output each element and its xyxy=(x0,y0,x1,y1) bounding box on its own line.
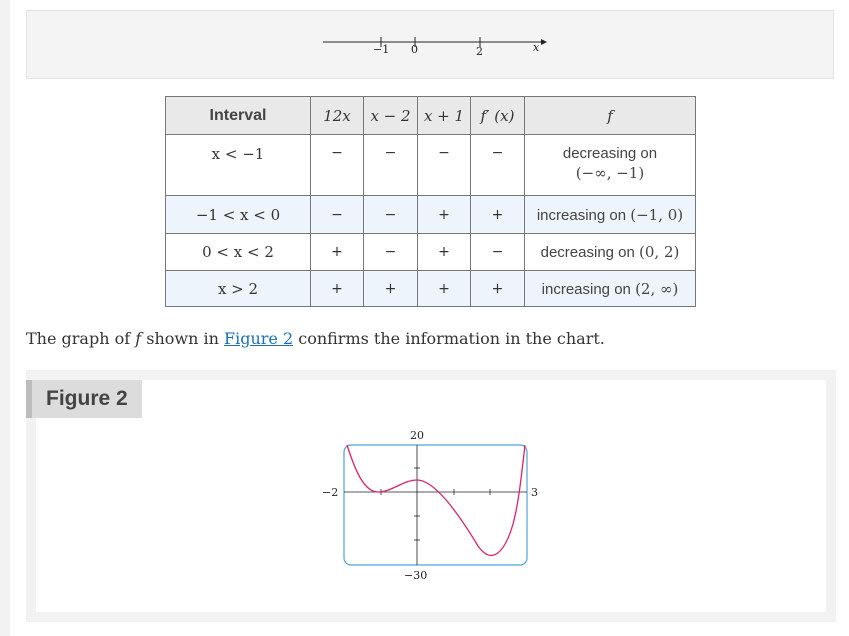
left-margin-rule xyxy=(0,0,10,636)
sign-cell: + xyxy=(417,270,471,307)
figure-label: Figure 2 xyxy=(26,380,142,418)
interval-cell: −1 < x < 0 xyxy=(165,195,311,234)
sign-cell: − xyxy=(470,233,525,271)
sign-cell: − xyxy=(470,134,525,196)
sign-cell: − xyxy=(363,134,418,196)
sign-cell: + xyxy=(470,195,525,234)
table-header-row: Interval 12x x − 2 x + 1 f′ (x) f xyxy=(165,96,696,135)
sign-cell: + xyxy=(310,233,364,271)
behavior-cell: increasing on (2, ∞) xyxy=(524,270,696,307)
header-factor-x-minus-2: x − 2 xyxy=(363,96,418,135)
table-row: x < −1 − − − − decreasing on (−∞, −1) xyxy=(165,134,696,196)
sign-cell: − xyxy=(363,233,418,271)
sign-cell: + xyxy=(470,270,525,307)
function-graph: 20 −30 −2 3 xyxy=(322,429,538,582)
axis-ticks xyxy=(380,467,491,541)
number-line-panel: −1 0 2 x xyxy=(26,10,834,79)
header-factor-12x: 12x xyxy=(310,96,364,135)
sign-cell: + xyxy=(417,233,471,271)
behavior-cell: increasing on (−1, 0) xyxy=(524,195,696,234)
sign-cell: + xyxy=(310,270,364,307)
tick-label-two: 2 xyxy=(476,45,483,58)
sign-cell: − xyxy=(363,195,418,234)
sign-cell: − xyxy=(417,134,471,196)
behavior-text: decreasing on xyxy=(562,145,658,162)
behavior-cell: decreasing on (0, 2) xyxy=(524,233,696,271)
sign-chart-table: Interval 12x x − 2 x + 1 f′ (x) f x < −1… xyxy=(165,96,696,307)
graph-window xyxy=(343,444,528,566)
header-derivative: f′ (x) xyxy=(470,96,525,135)
y-min-label: −30 xyxy=(404,569,427,582)
behavior-range: (−∞, −1) xyxy=(575,164,645,182)
sign-cell: + xyxy=(417,195,471,234)
table-row: 0 < x < 2 + − + − decreasing on (0, 2) xyxy=(165,233,696,271)
sign-cell: − xyxy=(310,134,364,196)
tick-label-zero: 0 xyxy=(411,43,418,56)
sign-cell: + xyxy=(363,270,418,307)
behavior-cell: decreasing on (−∞, −1) xyxy=(524,134,696,196)
paragraph-text-start: The graph of xyxy=(26,329,136,348)
paragraph-text-end: confirms the information in the chart. xyxy=(293,329,605,348)
y-max-label: 20 xyxy=(410,429,424,442)
interval-cell: x > 2 xyxy=(165,270,311,307)
behavior-range: (2, ∞) xyxy=(635,279,679,298)
table-row: x > 2 + + + + increasing on (2, ∞) xyxy=(165,270,696,307)
behavior-text: decreasing on xyxy=(540,244,635,261)
axis-label-x: x xyxy=(533,41,540,54)
function-curve xyxy=(346,444,526,557)
interval-cell: x < −1 xyxy=(165,134,311,196)
behavior-text: increasing on xyxy=(536,206,627,224)
header-factor-x-plus-1: x + 1 xyxy=(417,96,471,135)
table-row: −1 < x < 0 − − + + increasing on (−1, 0) xyxy=(165,195,696,234)
x-max-label: 3 xyxy=(531,486,538,499)
behavior-range: (−1, 0) xyxy=(630,205,684,224)
behavior-range: (0, 2) xyxy=(639,243,680,261)
interval-cell: 0 < x < 2 xyxy=(165,233,311,271)
behavior-text: increasing on xyxy=(541,280,631,298)
sign-cell: − xyxy=(310,195,364,234)
header-function: f xyxy=(524,96,696,135)
number-line: −1 0 2 x xyxy=(323,37,547,58)
header-interval: Interval xyxy=(165,96,311,135)
paragraph-text-middle: shown in xyxy=(141,329,224,348)
tick-label-minus-one: −1 xyxy=(373,43,389,56)
body-paragraph: The graph of f shown in Figure 2 confirm… xyxy=(26,329,826,348)
x-min-label: −2 xyxy=(322,486,338,499)
figure-2-link[interactable]: Figure 2 xyxy=(224,329,293,348)
